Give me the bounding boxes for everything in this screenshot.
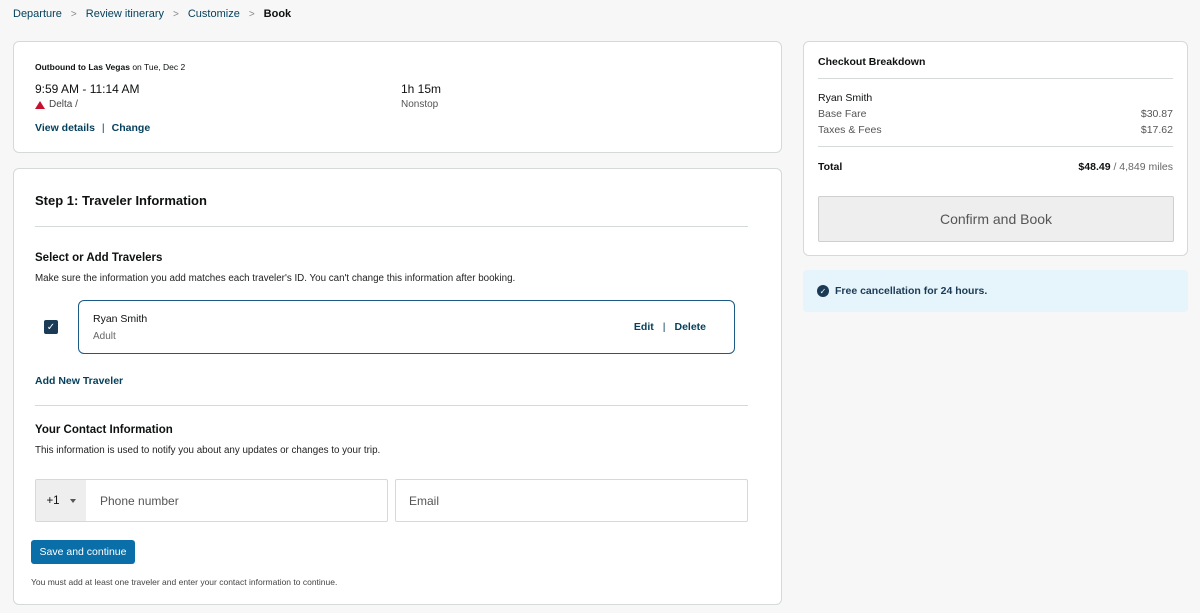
add-new-traveler-link[interactable]: Add New Traveler <box>35 375 123 387</box>
breadcrumb-departure[interactable]: Departure <box>13 8 62 20</box>
checkout-breakdown-card: Checkout Breakdown Ryan Smith Base Fare … <box>803 41 1188 256</box>
flight-title: Outbound to Las Vegas on Tue, Dec 2 <box>35 62 185 72</box>
select-travelers-desc: Make sure the information you add matche… <box>35 273 516 284</box>
traveler-actions: Edit | Delete <box>634 321 706 333</box>
base-fare-value: $30.87 <box>1140 108 1173 120</box>
total-row: Total $48.49 / 4,849 miles <box>818 161 1173 173</box>
section-divider <box>35 226 748 227</box>
requirement-note: You must add at least one traveler and e… <box>31 577 338 587</box>
flight-time: 9:59 AM - 11:14 AM <box>35 82 140 96</box>
email-input[interactable] <box>396 480 747 521</box>
flight-links: View details | Change <box>35 122 150 134</box>
traveler-checkbox[interactable]: ✓ <box>44 320 58 334</box>
caret-down-icon <box>69 498 76 503</box>
contact-info-desc: This information is used to notify you a… <box>35 445 381 456</box>
view-details-link[interactable]: View details <box>35 122 95 134</box>
total-miles: / 4,849 miles <box>1113 161 1173 173</box>
chevron-right-icon: > <box>248 8 255 20</box>
check-circle-icon: ✓ <box>817 285 829 297</box>
delete-traveler-button[interactable]: Delete <box>674 321 706 333</box>
contact-info-title: Your Contact Information <box>35 424 173 436</box>
flight-duration: 1h 15m <box>401 82 442 96</box>
step-title: Step 1: Traveler Information <box>35 193 207 208</box>
taxes-value: $17.62 <box>1140 124 1173 136</box>
country-code-select[interactable]: +1 <box>36 480 86 521</box>
base-fare-row: Base Fare $30.87 <box>818 108 1173 120</box>
passenger-name: Ryan Smith <box>818 92 873 104</box>
link-divider: | <box>101 122 105 134</box>
flight-date: on Tue, Dec 2 <box>132 62 186 72</box>
breadcrumb-book: Book <box>263 8 292 20</box>
chevron-right-icon: > <box>70 8 77 20</box>
confirm-and-book-button[interactable]: Confirm and Book <box>818 196 1174 242</box>
traveler-type: Adult <box>93 331 116 342</box>
breadcrumb-review-itinerary[interactable]: Review itinerary <box>86 8 164 20</box>
summary-divider <box>818 146 1173 147</box>
chevron-right-icon: > <box>173 8 179 20</box>
breadcrumb: Departure > Review itinerary > Customize… <box>13 7 291 21</box>
summary-divider <box>818 78 1173 79</box>
section-divider <box>35 405 748 406</box>
country-code-value: +1 <box>46 494 60 507</box>
base-fare-label: Base Fare <box>818 108 867 120</box>
checkmark-icon: ✓ <box>46 321 56 333</box>
delta-logo-icon <box>35 100 45 109</box>
breadcrumb-customize[interactable]: Customize <box>188 8 240 20</box>
edit-traveler-button[interactable]: Edit <box>634 321 654 333</box>
flight-destination: Outbound to Las Vegas <box>35 62 130 72</box>
change-flight-link[interactable]: Change <box>112 122 151 134</box>
phone-field-group: +1 <box>35 479 388 522</box>
checkout-title: Checkout Breakdown <box>818 56 926 68</box>
taxes-label: Taxes & Fees <box>818 124 882 136</box>
flight-card: Outbound to Las Vegas on Tue, Dec 2 9:59… <box>13 41 782 153</box>
email-field-group <box>395 479 748 522</box>
free-cancellation-banner: ✓ Free cancellation for 24 hours. <box>803 270 1188 312</box>
save-and-continue-button[interactable]: Save and continue <box>31 540 135 564</box>
select-travelers-title: Select or Add Travelers <box>35 252 163 264</box>
action-divider: | <box>662 321 666 333</box>
free-cancellation-text: Free cancellation for 24 hours. <box>835 285 988 297</box>
airline-name: Delta / <box>49 99 78 110</box>
traveler-option[interactable]: Ryan Smith Adult Edit | Delete <box>78 300 735 354</box>
total-amount: $48.49 / 4,849 miles <box>1078 161 1173 173</box>
traveler-name: Ryan Smith <box>93 313 148 325</box>
taxes-row: Taxes & Fees $17.62 <box>818 124 1173 136</box>
flight-stops: Nonstop <box>401 99 439 110</box>
traveler-card: Step 1: Traveler Information Select or A… <box>13 168 782 605</box>
flight-airline: Delta / <box>35 99 78 110</box>
total-price: $48.49 <box>1078 161 1111 173</box>
phone-number-input[interactable] <box>86 480 387 521</box>
total-label: Total <box>818 161 843 173</box>
